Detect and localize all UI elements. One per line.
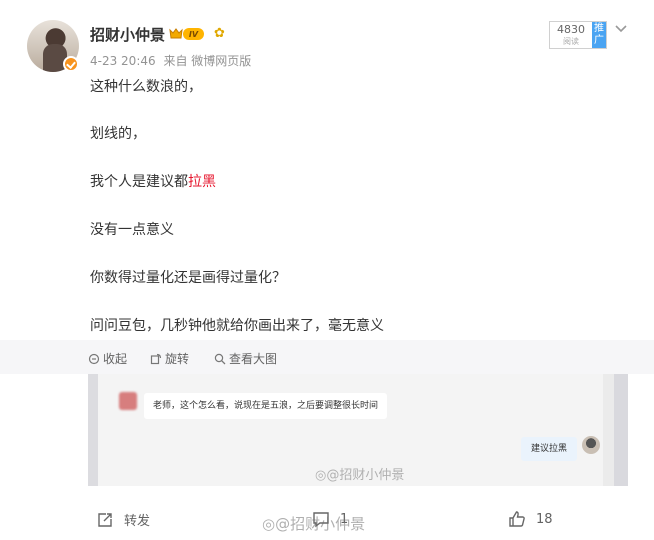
page-watermark: ◎@招财小仲景 bbox=[262, 513, 365, 534]
image-watermark-text: @招财小仲景 bbox=[326, 468, 405, 483]
post-line: 划线的， bbox=[90, 126, 146, 142]
page-watermark-text: @招财小仲景 bbox=[275, 515, 366, 533]
repost-label: 转发 bbox=[124, 514, 151, 529]
chat-bubble-right: 建议拉黑 bbox=[521, 437, 578, 461]
view-large-label: 查看大图 bbox=[229, 352, 278, 366]
read-count-box[interactable]: 4830 阅读 推广 bbox=[549, 21, 607, 49]
collapse-label: 收起 bbox=[103, 352, 128, 366]
post-line: 这种什么数浪的， bbox=[90, 79, 202, 95]
chat-screenshot: 老师，这个怎么看，说现在是五浪，之后要调整很长时间 建议拉黑 ◎@招财小仲景 bbox=[98, 374, 603, 486]
verified-badge-icon bbox=[63, 56, 79, 72]
repost-button[interactable]: 转发 bbox=[96, 510, 150, 529]
weibo-logo-icon: ◎ bbox=[315, 468, 327, 483]
post-image-preview[interactable]: 老师，这个怎么看，说现在是五浪，之后要调整很长时间 建议拉黑 ◎@招财小仲景 bbox=[88, 374, 628, 486]
chat-bubble-left: 老师，这个怎么看，说现在是五浪，之后要调整很长时间 bbox=[144, 393, 388, 419]
read-count-label: 阅读 bbox=[563, 37, 579, 46]
sender-avatar bbox=[119, 392, 137, 410]
svg-text:IV: IV bbox=[189, 30, 199, 39]
promote-button[interactable]: 推广 bbox=[592, 22, 606, 48]
rotate-label: 旋转 bbox=[165, 352, 190, 366]
repost-icon bbox=[98, 512, 112, 527]
post-line: 没有一点意义 bbox=[90, 222, 174, 238]
collapse-button[interactable]: 收起 bbox=[88, 350, 127, 367]
weibo-logo-icon: ◎ bbox=[262, 515, 276, 533]
thumbs-up-icon bbox=[509, 511, 525, 527]
post-line-text: 我个人是建议都 bbox=[90, 174, 188, 190]
like-count: 18 bbox=[536, 511, 553, 527]
post-line: 问问豆包，几秒钟他就给你画出来了，毫无意义 bbox=[90, 318, 384, 334]
rotate-icon bbox=[150, 353, 162, 364]
rotate-button[interactable]: 旋转 bbox=[150, 350, 189, 367]
chevron-down-icon[interactable] bbox=[614, 22, 628, 36]
vip-level-badge-icon[interactable]: IV bbox=[168, 26, 205, 42]
view-large-button[interactable]: 查看大图 bbox=[214, 350, 277, 367]
post-source: 来自 微博网页版 bbox=[163, 54, 252, 68]
magnifier-icon bbox=[214, 353, 226, 364]
post-line: 我个人是建议都拉黑 bbox=[90, 172, 216, 192]
highlight-text: 拉黑 bbox=[188, 174, 216, 190]
preview-left-edge bbox=[88, 374, 98, 486]
weibo-post-card: 招财小仲景 IV ✿ 4-23 20:46 来自 微博网页版 4830 阅读 推… bbox=[0, 0, 654, 540]
post-meta: 4-23 20:46 来自 微博网页版 bbox=[90, 52, 255, 69]
reply-avatar bbox=[582, 436, 600, 454]
image-toolbar: 收起 旋转 查看大图 bbox=[0, 340, 654, 374]
post-line: 你数得过量化还是画得过量化？ bbox=[90, 270, 286, 286]
like-button[interactable]: 18 bbox=[508, 510, 553, 528]
sunflower-icon: ✿ bbox=[214, 26, 225, 41]
read-count: 4830 bbox=[557, 23, 585, 36]
preview-right-edge bbox=[614, 374, 628, 486]
username[interactable]: 招财小仲景 bbox=[90, 24, 165, 45]
image-watermark: ◎@招财小仲景 bbox=[315, 464, 404, 483]
collapse-icon bbox=[88, 353, 100, 364]
post-time[interactable]: 4-23 20:46 bbox=[90, 54, 156, 68]
